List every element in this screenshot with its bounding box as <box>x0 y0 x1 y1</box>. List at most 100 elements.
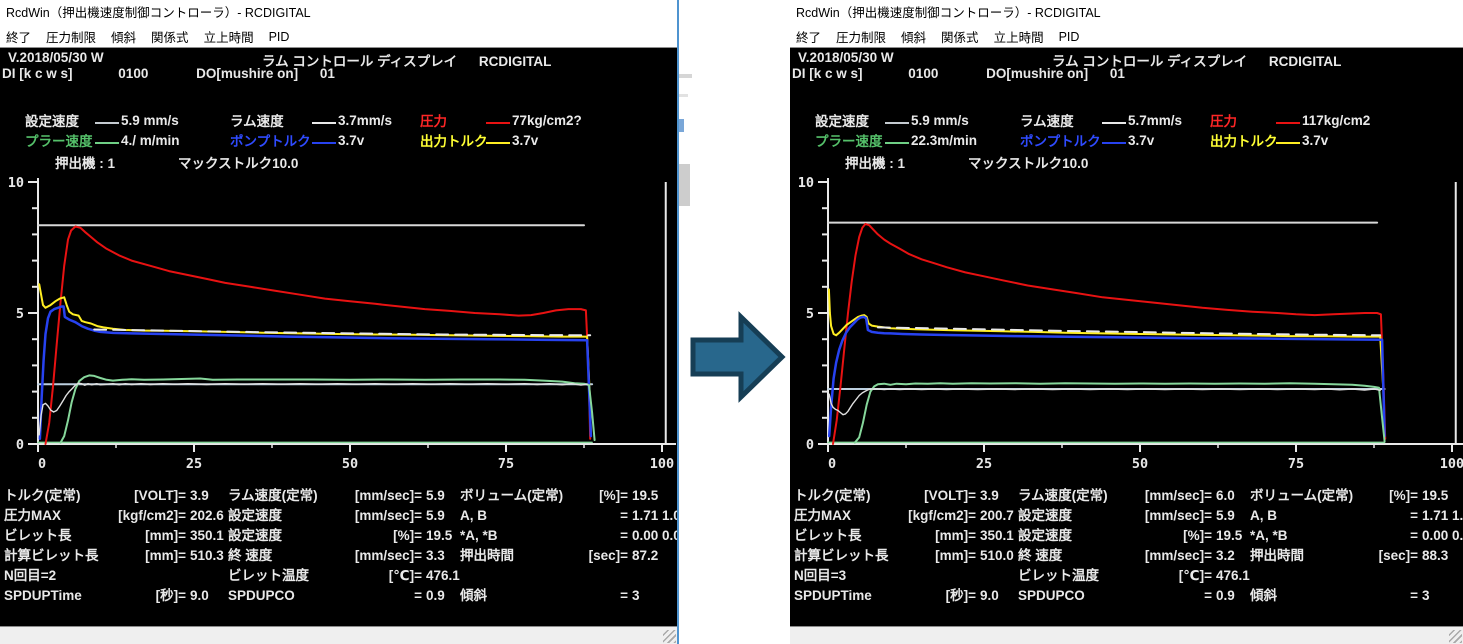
cycle-stats: トルク(定常)[VOLT]=3.9圧力MAX[kgf/cm2]=202.6 ビレッ… <box>4 486 675 606</box>
do-label: DO[mushire on] <box>196 66 298 81</box>
cycle-stats: トルク(定常)[VOLT]=3.9圧力MAX[kgf/cm2]=200.7ビレッ… <box>794 486 1461 606</box>
stat-SPDUPTime: SPDUPTime[秒]=9.0 <box>794 586 1018 606</box>
stat-圧力MAX: 圧力MAX[kgf/cm2]=202.6 <box>4 506 228 526</box>
series-actual-speed-noise <box>39 383 587 435</box>
svg-text:5: 5 <box>806 306 814 322</box>
version-text: V.2018/05/30 W <box>8 50 104 65</box>
window-title: RcdWin（押出機速度制御コントローラ）‐ RCDIGITAL <box>796 6 1101 20</box>
io-status-line: DI [k c w s] 0100 DO[mushire on] 01 <box>792 66 1125 81</box>
resize-grip-icon[interactable] <box>663 630 676 643</box>
set-speed-line-swatch <box>95 122 119 124</box>
stat-計算ビレット長: 計算ビレット長[mm]=510.0 <box>794 546 1018 566</box>
window-edge-artifact <box>679 74 692 78</box>
window-edge-artifact <box>679 94 688 97</box>
stat-SPDUPCO: SPDUPCO=0.9 <box>228 586 460 606</box>
stat-SPDUPCO: SPDUPCO=0.9 <box>1018 586 1250 606</box>
menu-item-関係式[interactable]: 関係式 <box>151 27 189 46</box>
svg-text:10: 10 <box>798 176 814 191</box>
window-titlebar[interactable]: RcdWin（押出機速度制御コントローラ）‐ RCDIGITAL <box>0 0 677 26</box>
menu-item-圧力制限[interactable]: 圧力制限 <box>836 27 886 46</box>
series-legend: 設定速度5.9 mm/sラム速度5.7mm/s圧力117kg/cm2プラー速度2… <box>815 110 1459 150</box>
status-bar <box>790 626 1463 644</box>
pump-torque-line-swatch <box>312 142 336 144</box>
stat-*A, *B: *A, *B=0.00 0.00 <box>460 526 677 546</box>
legend-puller-speed: プラー速度22.3m/min <box>815 130 1020 150</box>
menu-item-圧力制限[interactable]: 圧力制限 <box>46 27 96 46</box>
stat-ビレット長: ビレット長[mm]=350.1 <box>794 526 1018 546</box>
menu-item-終了[interactable]: 終了 <box>6 27 31 46</box>
stat-トルク(定常): トルク(定常)[VOLT]=3.9 <box>794 486 1018 506</box>
io-status-line: DI [k c w s] 0100 DO[mushire on] 01 <box>2 66 335 81</box>
svg-text:50: 50 <box>1132 456 1148 472</box>
menu-bar: 終了圧力制限傾斜関係式立上時間 PID <box>790 26 1463 48</box>
rcdwin-window-after: RcdWin（押出機速度制御コントローラ）‐ RCDIGITAL 終了圧力制限傾… <box>790 0 1463 644</box>
stat-blank <box>1250 566 1463 586</box>
window-titlebar[interactable]: RcdWin（押出機速度制御コントローラ）‐ RCDIGITAL <box>790 0 1463 26</box>
rcdwin-window-before: RcdWin（押出機速度制御コントローラ）‐ RCDIGITAL 終了圧力制限傾… <box>0 0 679 644</box>
svg-text:100: 100 <box>1440 456 1463 472</box>
series-actual-speed-noise <box>829 389 1380 415</box>
menu-bar: 終了圧力制限傾斜関係式立上時間 PID <box>0 26 677 48</box>
stat-終 速度: 終 速度[mm/sec]=3.2 <box>1018 546 1250 566</box>
series-puller-speed <box>61 375 595 442</box>
extruder-number: 押出機 : 1 <box>55 152 115 172</box>
desktop-canvas: RcdWin（押出機速度制御コントローラ）‐ RCDIGITAL 終了圧力制限傾… <box>0 0 1463 644</box>
window-title: RcdWin（押出機速度制御コントローラ）‐ RCDIGITAL <box>6 6 311 20</box>
control-display-screen: V.2018/05/30 W ラム コントロール ディスプレイ RCDIGITA… <box>0 48 677 626</box>
menu-item-PID[interactable]: PID <box>269 30 290 44</box>
display-brand: RCDIGITAL <box>1269 54 1342 69</box>
stat-ラム速度(定常): ラム速度(定常)[mm/sec]=6.0 <box>1018 486 1250 506</box>
menu-item-立上時間[interactable]: 立上時間 <box>204 27 254 46</box>
max-torque: マックストルク10.0 <box>178 152 298 172</box>
stat-設定速度: 設定速度[mm/sec]=5.9 <box>1018 506 1250 526</box>
trend-chart: 05100255075100 <box>798 176 1463 476</box>
set-speed-line-swatch <box>885 122 909 124</box>
trend-chart: 05100255075100 <box>8 176 677 476</box>
stat-A, B: A, B=1.71 1.07 <box>1250 506 1463 526</box>
stat-圧力MAX: 圧力MAX[kgf/cm2]=200.7 <box>794 506 1018 526</box>
svg-text:50: 50 <box>342 456 358 472</box>
menu-item-PID[interactable]: PID <box>1059 30 1080 44</box>
di-value: 0100 <box>908 66 938 81</box>
machine-info-row: 押出機 : 1 マックストルク10.0 <box>0 152 677 170</box>
legend-output-torque: 出力トルク3.7v <box>1210 130 1456 150</box>
stat-blank <box>460 566 677 586</box>
display-brand: RCDIGITAL <box>479 54 552 69</box>
series-pump-torque <box>40 307 591 439</box>
machine-info-row: 押出機 : 1 マックストルク10.0 <box>790 152 1463 170</box>
output-torque-line-swatch <box>1276 142 1300 144</box>
stat-ビレット温度: ビレット温度[℃]=476.1 <box>228 566 460 586</box>
svg-text:75: 75 <box>498 456 514 472</box>
legend-pressure: 圧力77kg/cm2? <box>420 110 666 130</box>
legend-set-speed: 設定速度5.9 mm/s <box>815 110 1020 130</box>
menu-item-関係式[interactable]: 関係式 <box>941 27 979 46</box>
ram-speed-line-swatch <box>1102 122 1126 124</box>
transition-arrow <box>690 311 786 405</box>
stat-ラム速度(定常): ラム速度(定常)[mm/sec]=5.9 <box>228 486 460 506</box>
puller-speed-line-swatch <box>95 142 119 144</box>
stat-押出時間: 押出時間[sec]=88.3 <box>1250 546 1463 566</box>
pressure-line-swatch <box>486 122 510 124</box>
svg-text:75: 75 <box>1288 456 1304 472</box>
window-edge-artifact <box>679 164 690 206</box>
menu-item-終了[interactable]: 終了 <box>796 27 821 46</box>
legend-pump-torque: ポンプトルク3.7v <box>230 130 420 150</box>
di-label: DI [k c w s] <box>2 66 73 81</box>
menu-item-傾斜[interactable]: 傾斜 <box>111 27 136 46</box>
di-label: DI [k c w s] <box>792 66 863 81</box>
menu-item-立上時間[interactable]: 立上時間 <box>994 27 1044 46</box>
stat-トルク(定常): トルク(定常)[VOLT]=3.9 <box>4 486 228 506</box>
stat-設定速度: 設定速度[mm/sec]=5.9 <box>228 506 460 526</box>
control-display-screen: V.2018/05/30 W ラム コントロール ディスプレイ RCDIGITA… <box>790 48 1463 626</box>
puller-speed-line-swatch <box>885 142 909 144</box>
legend-pressure: 圧力117kg/cm2 <box>1210 110 1456 130</box>
menu-item-傾斜[interactable]: 傾斜 <box>901 27 926 46</box>
series-legend: 設定速度5.9 mm/sラム速度3.7mm/s圧力77kg/cm2?プラー速度4… <box>25 110 673 150</box>
svg-text:0: 0 <box>828 456 836 472</box>
stat-設定速度: 設定速度[%]=19.5 <box>228 526 460 546</box>
resize-grip-icon[interactable] <box>1449 630 1462 643</box>
output-torque-line-swatch <box>486 142 510 144</box>
do-value: 01 <box>1110 66 1125 81</box>
ram-speed-line-swatch <box>312 122 336 124</box>
version-text: V.2018/05/30 W <box>798 50 894 65</box>
